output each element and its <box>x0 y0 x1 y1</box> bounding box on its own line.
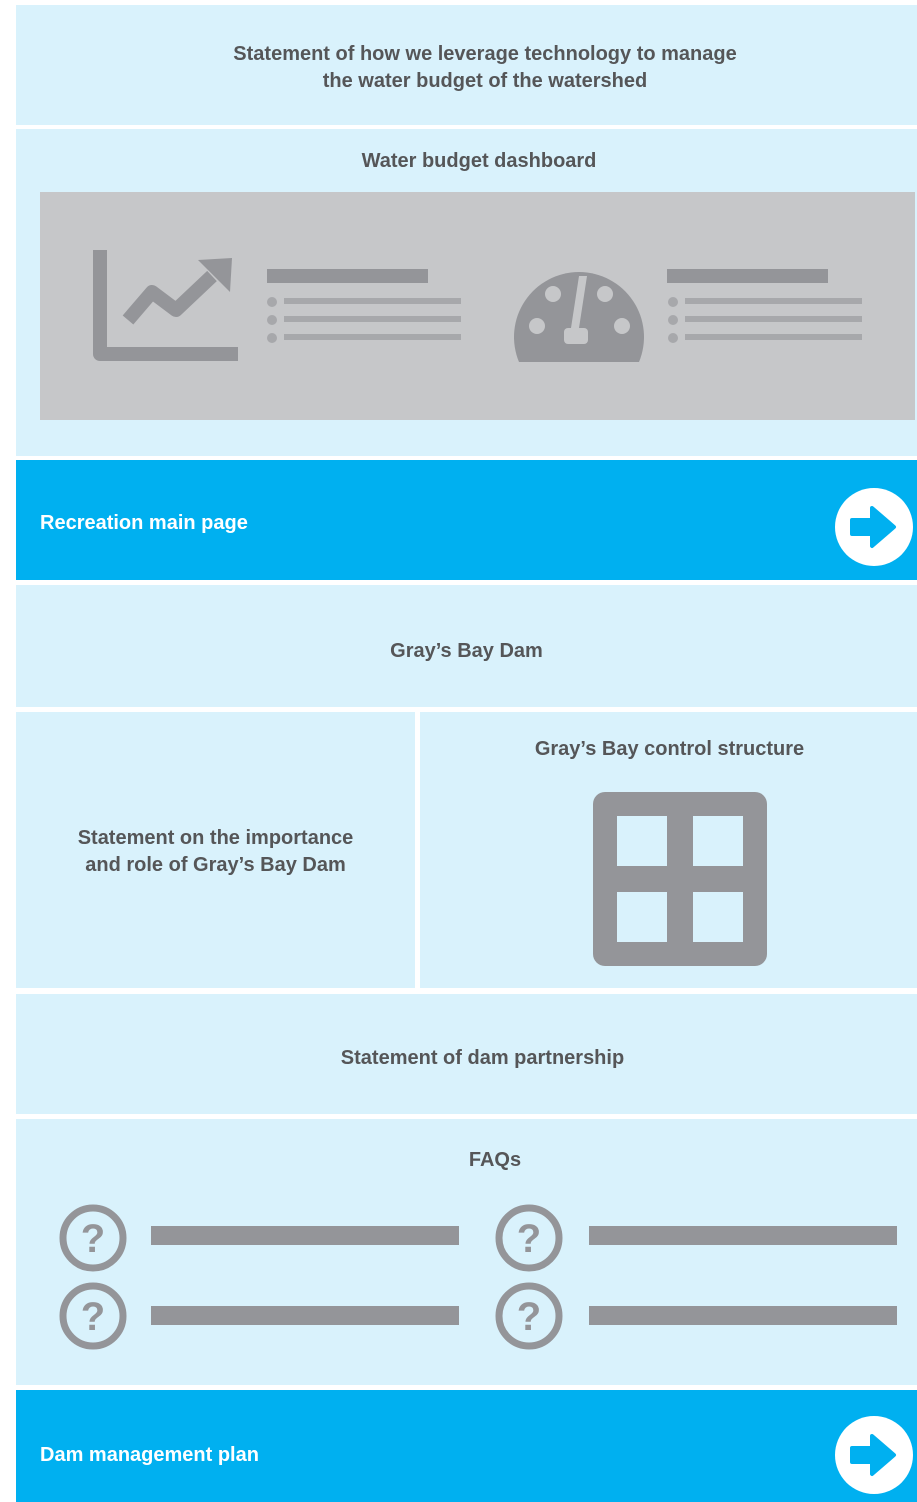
bullet-dot <box>267 315 277 325</box>
dashboard-title: Water budget dashboard <box>361 150 597 172</box>
bullet-dot <box>668 297 678 307</box>
arrow-right-icon[interactable] <box>834 1415 914 1495</box>
partnership-statement: Statement of dam partnership <box>340 1047 625 1069</box>
importance-statement-line1: Statement on the importance <box>77 827 354 849</box>
faq-question-placeholder[interactable] <box>151 1306 459 1325</box>
question-icon[interactable]: ? <box>58 1281 128 1351</box>
text-line-placeholder <box>685 298 862 304</box>
faq-question-placeholder[interactable] <box>151 1226 459 1245</box>
text-line-placeholder <box>284 298 461 304</box>
svg-text:?: ? <box>81 1295 105 1339</box>
svg-text:?: ? <box>517 1295 541 1339</box>
question-icon[interactable]: ? <box>494 1281 564 1351</box>
bullet-dot <box>668 315 678 325</box>
control-structure-title: Gray’s Bay control structure <box>534 738 805 760</box>
text-line-placeholder <box>284 316 461 322</box>
question-icon[interactable]: ? <box>494 1203 564 1273</box>
technology-statement-line1: Statement of how we leverage technology … <box>233 43 737 65</box>
recreation-main-page-label[interactable]: Recreation main page <box>40 510 248 537</box>
gauge-icon <box>514 272 644 362</box>
arrow-right-icon[interactable] <box>834 487 914 567</box>
faq-question-placeholder[interactable] <box>589 1306 897 1325</box>
dam-header-title: Gray’s Bay Dam <box>390 640 543 662</box>
bullet-dot <box>267 297 277 307</box>
grid-icon <box>593 792 767 966</box>
importance-statement-line2: and role of Gray’s Bay Dam <box>85 854 346 876</box>
question-icon[interactable]: ? <box>58 1203 128 1273</box>
svg-text:?: ? <box>517 1217 541 1261</box>
faq-question-placeholder[interactable] <box>589 1226 897 1245</box>
technology-statement-line2: the water budget of the watershed <box>322 70 648 92</box>
bullet-dot <box>267 333 277 343</box>
text-line-placeholder <box>685 334 862 340</box>
text-line-placeholder <box>284 334 461 340</box>
dashboard-heading-placeholder-1 <box>267 269 428 283</box>
trend-chart-icon <box>93 250 238 361</box>
svg-text:?: ? <box>81 1217 105 1261</box>
dam-management-plan-label[interactable]: Dam management plan <box>40 1442 259 1469</box>
dashboard-heading-placeholder-2 <box>667 269 828 283</box>
text-line-placeholder <box>685 316 862 322</box>
bullet-dot <box>668 333 678 343</box>
faqs-title: FAQs <box>468 1149 522 1171</box>
